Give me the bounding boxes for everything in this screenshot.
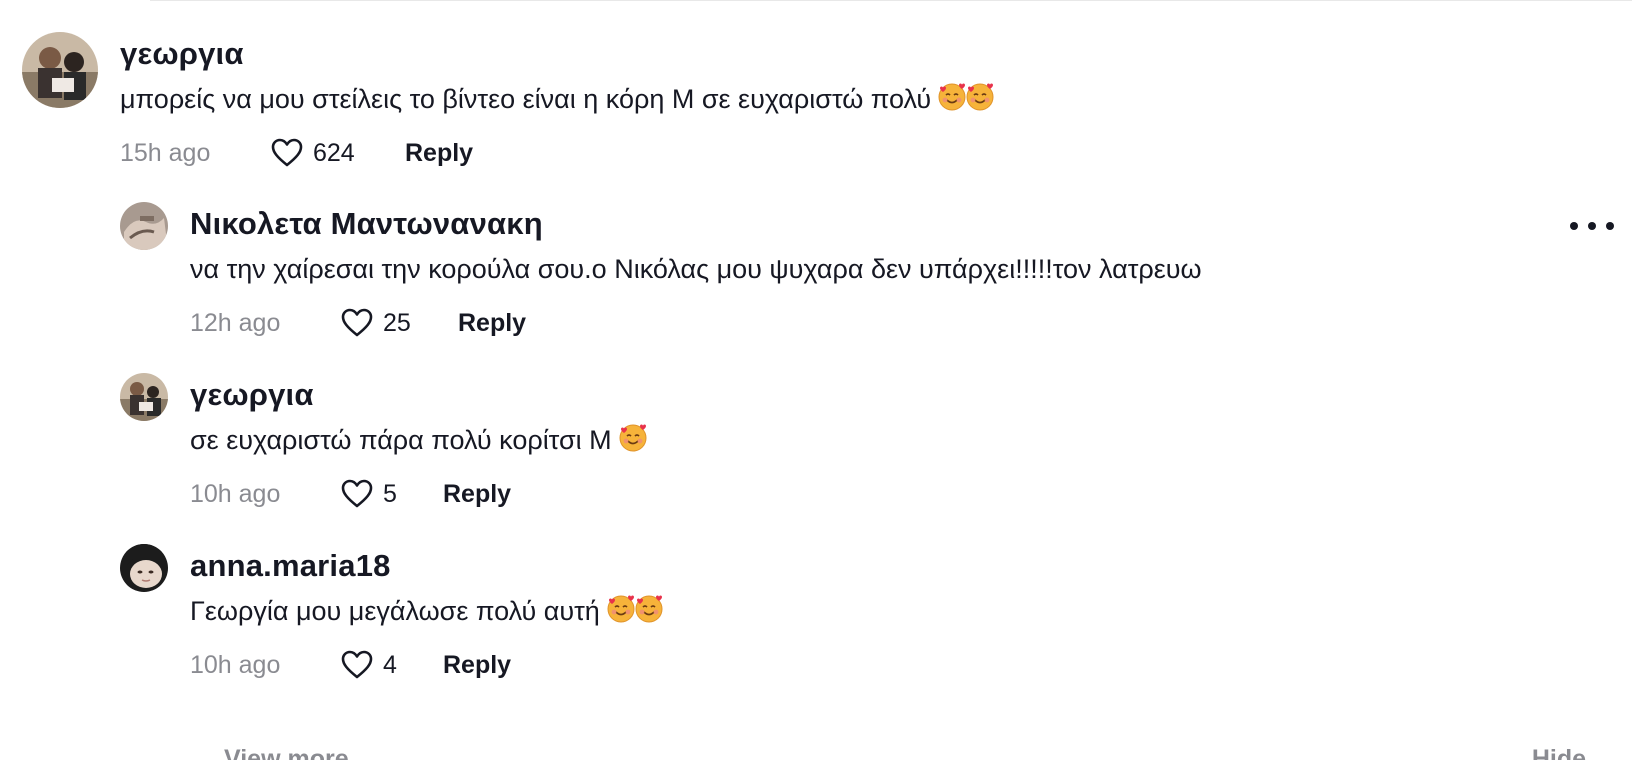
more-horizontal-icon-dot [1570, 222, 1578, 230]
comment-meta: 15h ago 624 Reply [120, 136, 993, 170]
comment-text: να την χαίρεσαι την κορούλα σου.ο Νικόλα… [190, 254, 1202, 284]
comment-timestamp: 12h ago [190, 308, 281, 337]
avatar[interactable] [120, 202, 168, 250]
like-count: 25 [383, 308, 411, 337]
view-more-replies-button[interactable]: View more [224, 742, 349, 760]
reply-item: anna.maria18 Γεωργία μου μεγάλωσε πολύ α… [0, 522, 1632, 693]
smiling-face-with-hearts-emoji [618, 423, 648, 453]
comment-username[interactable]: γεωργια [120, 36, 993, 72]
smiling-face-with-hearts-emoji [937, 82, 967, 112]
smiling-face-with-hearts-emoji [965, 82, 995, 112]
comment-timestamp: 15h ago [120, 138, 211, 167]
heart-outline-icon [341, 650, 373, 679]
comment-timestamp: 10h ago [190, 479, 281, 508]
comment-timestamp: 10h ago [190, 650, 281, 679]
more-horizontal-icon-dot [1606, 222, 1614, 230]
avatar[interactable] [120, 373, 168, 421]
like-count: 5 [383, 479, 397, 508]
reply-button[interactable]: Reply [458, 309, 526, 338]
like-count: 624 [313, 138, 355, 167]
reply-item: Νικολετα Μαντωνανακη να την χαίρεσαι την… [0, 180, 1632, 351]
like-count: 4 [383, 650, 397, 679]
avatar[interactable] [22, 32, 98, 108]
comment-emojis [606, 594, 664, 632]
comment-username[interactable]: Νικολετα Μαντωνανακη [190, 206, 1202, 242]
comment-emojis [937, 82, 995, 120]
comment-text: Γεωργία μου μεγάλωσε πολύ αυτή [190, 594, 663, 628]
comment-username[interactable]: anna.maria18 [190, 548, 662, 584]
like-button[interactable]: 4 [340, 649, 443, 681]
avatar[interactable] [120, 544, 168, 592]
comment-item: γεωργια μπορείς να μου στείλεις το βίντε… [0, 0, 1632, 180]
comment-emojis [618, 423, 648, 461]
more-options-button[interactable] [1570, 216, 1614, 236]
smiling-face-with-hearts-emoji [634, 594, 664, 624]
reply-button[interactable]: Reply [405, 139, 473, 168]
comment-meta: 10h ago 4 Reply [190, 648, 662, 682]
comment-meta: 10h ago 5 Reply [190, 477, 646, 511]
smiling-face-with-hearts-emoji [606, 594, 636, 624]
like-button[interactable]: 5 [340, 478, 443, 510]
comment-text: μπορείς να μου στείλεις το βίντεο είναι … [120, 82, 994, 116]
reply-button[interactable]: Reply [443, 480, 511, 509]
comment-text: σε ευχαριστώ πάρα πολύ κορίτσι Μ [190, 423, 647, 457]
hide-replies-button[interactable]: Hide [1532, 742, 1586, 760]
comment-meta: 12h ago 25 Reply [190, 306, 1202, 340]
reply-button[interactable]: Reply [443, 651, 511, 680]
reply-item: γεωργια σε ευχαριστώ πάρα πολύ κορίτσι Μ… [0, 351, 1632, 522]
comment-username[interactable]: γεωργια [190, 377, 646, 413]
heart-outline-icon [271, 138, 303, 167]
heart-outline-icon [341, 479, 373, 508]
heart-outline-icon [341, 308, 373, 337]
like-button[interactable]: 624 [270, 137, 405, 169]
replies-footer: View more Hide [0, 742, 1632, 760]
more-horizontal-icon-dot [1588, 222, 1596, 230]
like-button[interactable]: 25 [340, 307, 458, 339]
